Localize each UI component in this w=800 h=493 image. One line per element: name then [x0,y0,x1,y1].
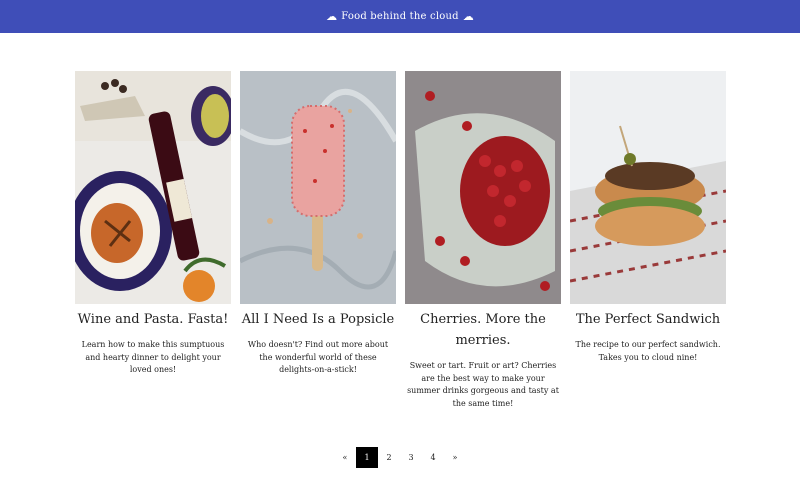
pagination: « 1 2 3 4 » [0,447,800,468]
cloud-icon: ☁ [326,10,338,23]
card-description: Who doesn't? Find out more about the won… [247,340,389,374]
top-bar: ☁ Food behind the cloud ☁ [0,0,800,33]
page-link-3[interactable]: 3 [400,447,422,468]
wine-pasta-photo[interactable] [75,71,231,304]
article-card[interactable]: Cherries. More the merries. Sweet or tar… [405,71,561,410]
sandwich-photo[interactable] [570,71,726,304]
site-title: Food behind the cloud [341,11,459,22]
article-card[interactable]: Wine and Pasta. Fasta! Learn how to make… [75,71,231,410]
article-card[interactable]: The Perfect Sandwich The recipe to our p… [570,71,726,410]
page-link-1[interactable]: 1 [356,447,378,468]
card-title[interactable]: All I Need Is a Popsicle [240,309,396,330]
cloud-icon: ☁ [462,10,474,23]
next-page-link[interactable]: » [444,447,466,468]
page-link-4[interactable]: 4 [422,447,444,468]
page-link-2[interactable]: 2 [378,447,400,468]
card-title[interactable]: Wine and Pasta. Fasta! [75,309,231,330]
card-description: The recipe to our perfect sandwich. Take… [575,340,721,362]
article-card[interactable]: All I Need Is a Popsicle Who doesn't? Fi… [240,71,396,410]
card-description: Sweet or tart. Fruit or art? Cherries ar… [407,361,559,408]
article-grid: Wine and Pasta. Fasta! Learn how to make… [75,71,726,410]
card-description: Learn how to make this sumptuous and hea… [81,340,225,374]
prev-page-link[interactable]: « [334,447,356,468]
popsicle-photo[interactable] [240,71,396,304]
card-title[interactable]: Cherries. More the merries. [405,309,561,351]
card-title[interactable]: The Perfect Sandwich [570,309,726,330]
cherries-photo[interactable] [405,71,561,304]
